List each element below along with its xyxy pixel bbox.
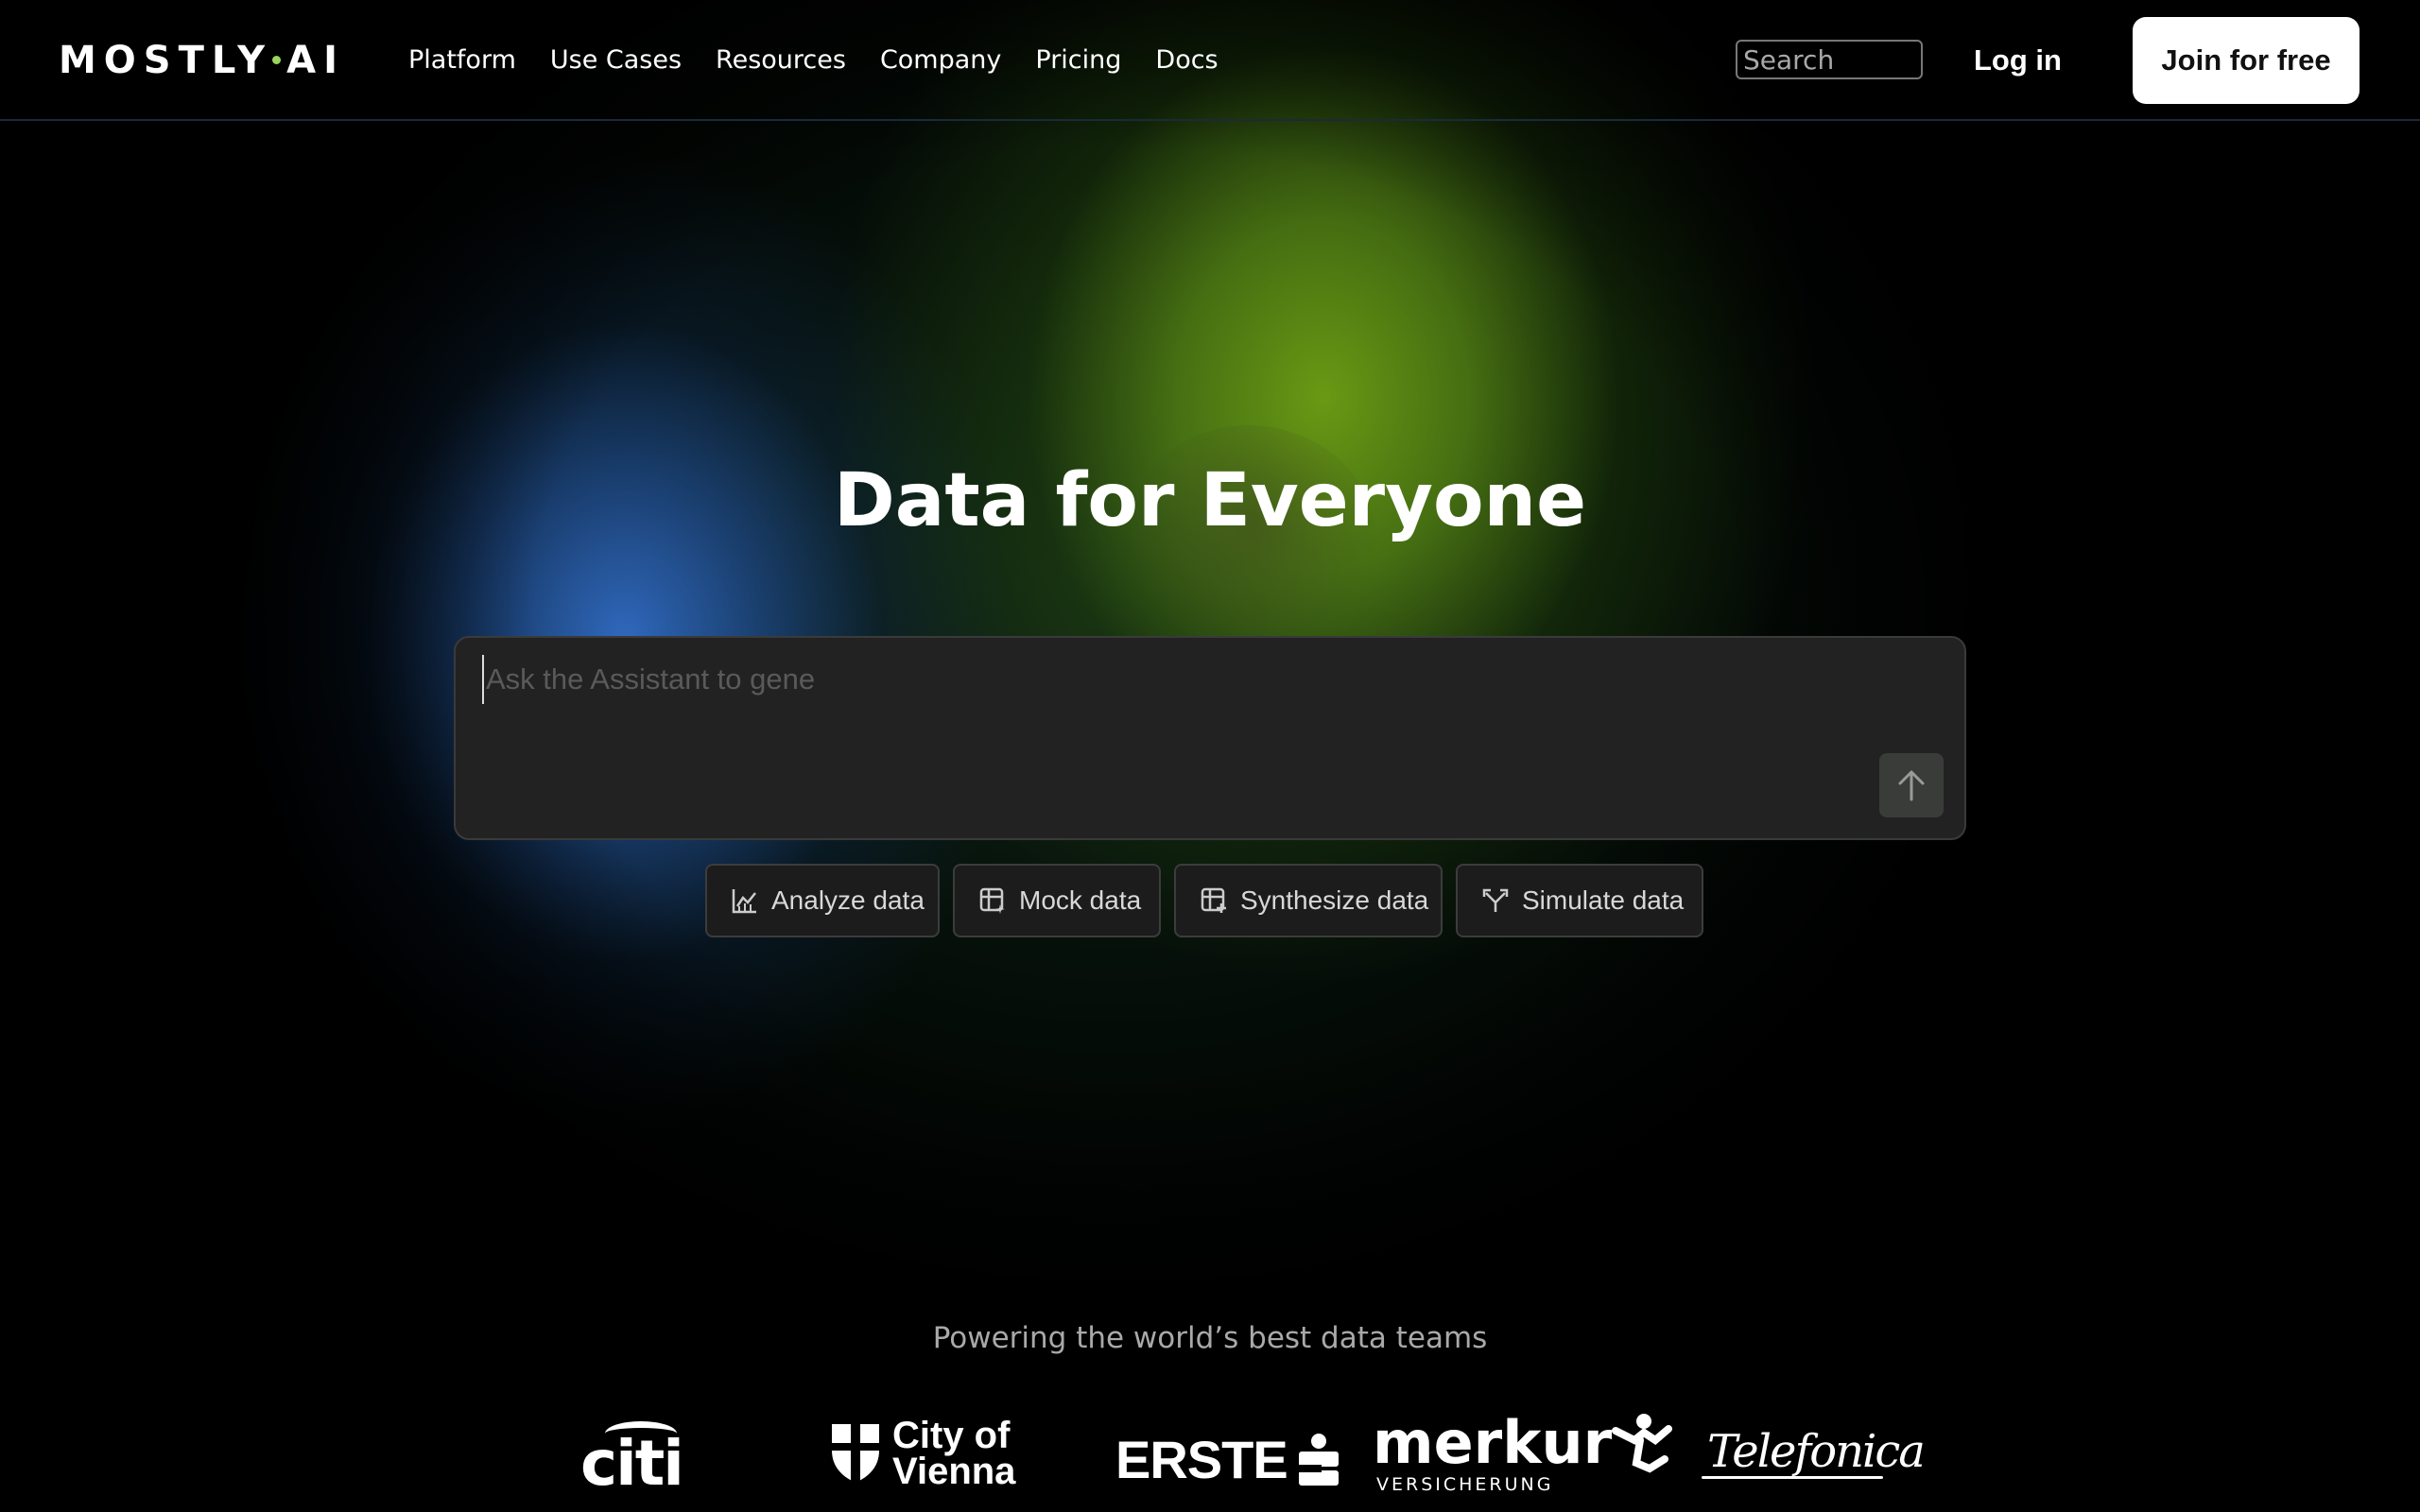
nav-company[interactable]: Company bbox=[880, 42, 1001, 79]
page: MOSTLY AI Platform Use Cases Resources Co… bbox=[0, 0, 2420, 1512]
merkur-figure-icon bbox=[1612, 1414, 1673, 1473]
telefonica-underline bbox=[1702, 1476, 1883, 1479]
branch-icon bbox=[1480, 885, 1511, 916]
logo-dot bbox=[272, 55, 282, 64]
city-of-vienna-logo: City of Vienna bbox=[830, 1415, 1016, 1492]
join-for-free-button[interactable]: Join for free bbox=[2133, 17, 2360, 104]
chip-label: Simulate data bbox=[1522, 885, 1685, 915]
chip-analyze-data[interactable]: Analyze data bbox=[705, 864, 940, 937]
erste-logo: ERSTE bbox=[1115, 1429, 1340, 1490]
chip-label: Mock data bbox=[1019, 885, 1142, 915]
send-button[interactable] bbox=[1879, 753, 1944, 817]
assistant-prompt-box bbox=[454, 636, 1966, 840]
main-nav: Platform Use Cases Resources Company Pri… bbox=[408, 42, 1219, 79]
login-link[interactable]: Log in bbox=[1974, 40, 2062, 81]
top-navigation: MOSTLY AI Platform Use Cases Resources Co… bbox=[0, 0, 2420, 121]
merkur-subtitle: VERSICHERUNG bbox=[1376, 1474, 1554, 1495]
logo-text: MOSTLY bbox=[59, 39, 273, 82]
nav-use-cases[interactable]: Use Cases bbox=[550, 42, 682, 79]
citi-logo: citi bbox=[580, 1427, 684, 1500]
chip-mock-data[interactable]: Mock data bbox=[953, 864, 1161, 937]
erste-text: ERSTE bbox=[1115, 1430, 1288, 1489]
customers-tagline: Powering the world’s best data teams bbox=[932, 1321, 1488, 1355]
nav-pricing[interactable]: Pricing bbox=[1035, 42, 1121, 79]
nav-resources[interactable]: Resources bbox=[716, 42, 846, 79]
arrow-up-icon bbox=[1898, 770, 1925, 801]
hero-title: Data for Everyone bbox=[834, 458, 1586, 543]
chart-icon bbox=[730, 885, 760, 916]
chip-label: Analyze data bbox=[771, 885, 925, 915]
customer-logos: citi City of Vienna ERSTE merkur VERSICH… bbox=[0, 1406, 2420, 1512]
vienna-shield-icon bbox=[832, 1424, 879, 1483]
search-input[interactable] bbox=[1736, 40, 1923, 79]
chip-simulate-data[interactable]: Simulate data bbox=[1456, 864, 1703, 937]
table-plus-icon bbox=[1199, 885, 1229, 916]
nav-docs[interactable]: Docs bbox=[1155, 42, 1218, 79]
logo-suffix: AI bbox=[286, 39, 345, 82]
chip-synthesize-data[interactable]: Synthesize data bbox=[1174, 864, 1443, 937]
mostly-ai-logo[interactable]: MOSTLY AI bbox=[59, 38, 345, 83]
merkur-logo: merkur VERSICHERUNG bbox=[1373, 1408, 1673, 1495]
suggestion-chips: Analyze data Mock data Synthesize data S… bbox=[705, 864, 1703, 937]
nav-platform[interactable]: Platform bbox=[408, 42, 516, 79]
merkur-text: merkur bbox=[1373, 1408, 1613, 1477]
vienna-line2: Vienna bbox=[892, 1451, 1016, 1492]
erste-s-icon bbox=[1298, 1433, 1339, 1486]
vienna-line1: City of bbox=[892, 1415, 1011, 1456]
table-sparkle-icon bbox=[977, 885, 1008, 916]
chip-label: Synthesize data bbox=[1240, 885, 1429, 915]
assistant-prompt-input[interactable] bbox=[482, 655, 1811, 704]
telefonica-logo: Telefonica bbox=[1707, 1425, 1926, 1478]
